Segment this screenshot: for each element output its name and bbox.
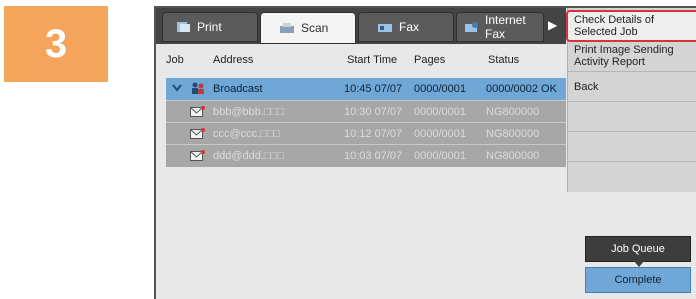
column-address: Address <box>213 54 254 66</box>
row-pages: 0000/0001 <box>414 150 466 162</box>
tab-scroll-right-icon[interactable]: ▶ <box>548 18 557 32</box>
row-pages: 0000/0001 <box>414 106 466 118</box>
table-row[interactable]: bbb@bbb.□□□ 10:30 07/07 0000/0001 NG8000… <box>166 100 566 123</box>
scan-icon <box>279 22 295 34</box>
row-status: NG800000 <box>486 150 540 162</box>
column-start-time: Start Time <box>347 54 398 66</box>
row-start-time: 10:30 07/07 <box>344 106 403 118</box>
email-icon <box>190 150 205 162</box>
row-pages: 0000/0001 <box>414 83 466 95</box>
internet-fax-icon <box>463 21 479 33</box>
print-icon <box>175 21 191 33</box>
tab-fax[interactable]: Fax <box>358 12 454 42</box>
table-row[interactable]: Broadcast 10:45 07/07 0000/0001 0000/000… <box>166 78 566 100</box>
tab-print[interactable]: Print <box>162 12 258 42</box>
table-row[interactable]: ccc@ccc.□□□ 10:12 07/07 0000/0001 NG8000… <box>166 122 566 145</box>
tab-label: Print <box>197 20 222 34</box>
tab-bar: Print Scan Fax Internet Fax ▶ <box>156 8 566 44</box>
column-pages: Pages <box>414 54 446 66</box>
action-panel: Check Details of Selected Job Print Imag… <box>566 8 696 192</box>
broadcast-group-icon <box>190 82 206 98</box>
check-details-button[interactable]: Check Details of Selected Job <box>566 10 696 42</box>
tab-scan[interactable]: Scan <box>260 12 356 44</box>
tab-label: Fax <box>399 20 420 34</box>
row-status: 0000/0002 OK <box>486 83 557 95</box>
column-status: Status <box>488 54 520 66</box>
job-queue-button[interactable]: Job Queue <box>585 236 691 267</box>
print-activity-report-button[interactable]: Print Image Sending Activity Report <box>568 44 696 72</box>
chevron-down-icon[interactable] <box>172 82 182 97</box>
job-status-screen: Print Scan Fax Internet Fax ▶ Job Addres… <box>154 6 696 299</box>
empty-menu-slot <box>568 132 696 162</box>
row-start-time: 10:03 07/07 <box>344 150 403 162</box>
tab-internet-fax[interactable]: Internet Fax <box>456 12 544 42</box>
table-row[interactable]: ddd@ddd.□□□ 10:03 07/07 0000/0001 NG8000… <box>166 144 566 167</box>
row-start-time: 10:12 07/07 <box>344 128 403 140</box>
back-button[interactable]: Back <box>568 72 696 102</box>
row-address: ddd@ddd.□□□ <box>213 150 284 162</box>
table-header: Job Address Start Time Pages Status <box>166 52 566 70</box>
empty-menu-slot <box>568 102 696 132</box>
step-number-badge: 3 <box>4 6 108 82</box>
tab-label: Internet Fax <box>485 13 526 41</box>
column-job: Job <box>166 54 184 66</box>
fax-icon <box>377 21 393 33</box>
email-icon <box>190 106 205 118</box>
row-address: bbb@bbb.□□□ <box>213 106 284 118</box>
row-start-time: 10:45 07/07 <box>344 83 403 95</box>
complete-button[interactable]: Complete <box>585 267 691 293</box>
row-address: ccc@ccc.□□□ <box>213 128 281 140</box>
row-status: NG800000 <box>486 128 540 140</box>
row-pages: 0000/0001 <box>414 128 466 140</box>
empty-menu-slot <box>568 162 696 192</box>
tab-label: Scan <box>301 21 329 35</box>
row-status: NG800000 <box>486 106 540 118</box>
email-icon <box>190 128 205 140</box>
row-address: Broadcast <box>213 83 263 95</box>
